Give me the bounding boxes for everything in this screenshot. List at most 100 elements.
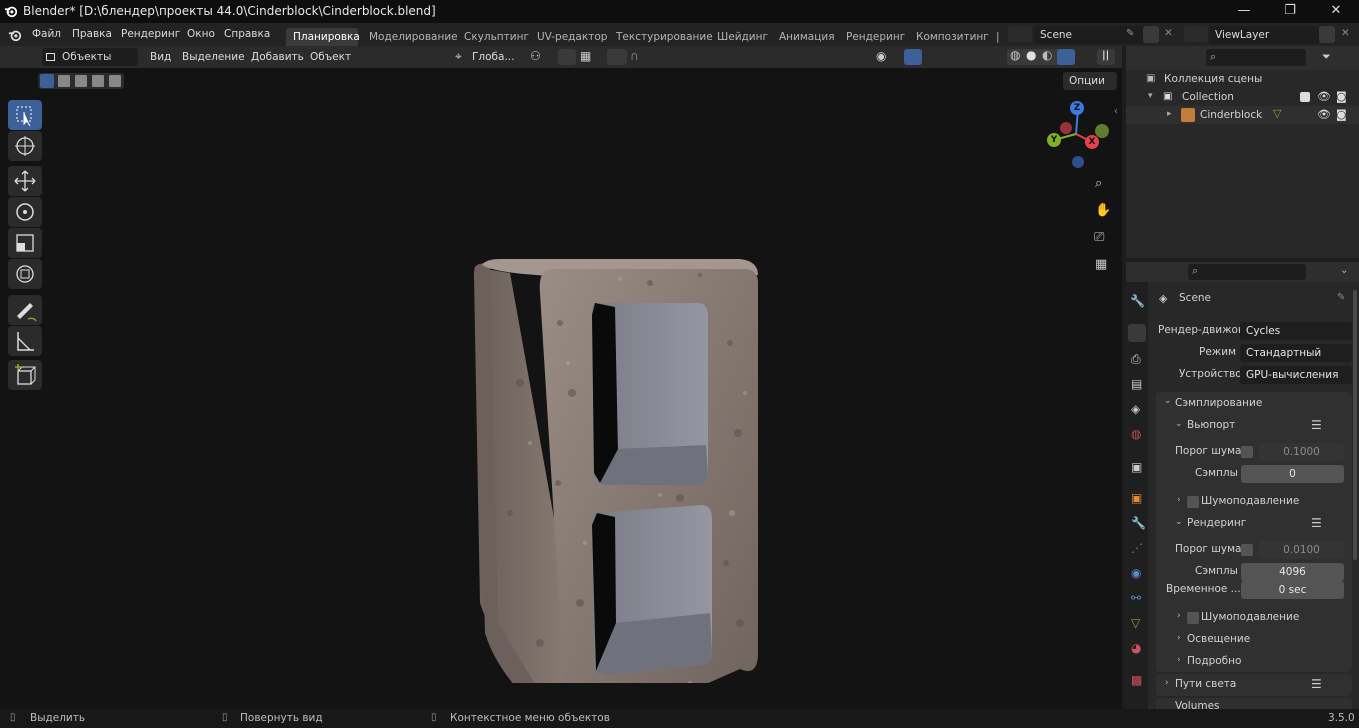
tab-shading[interactable]: Шейдинг [717, 31, 768, 43]
tab-modeling[interactable]: Моделирование [369, 31, 458, 43]
filter-icon[interactable]: ⏷ [1322, 50, 1331, 64]
falloff-icon[interactable]: ∩ [630, 49, 639, 63]
viewlayer-type-icon[interactable] [1184, 26, 1208, 42]
volumes-panel-title[interactable]: Volumes [1175, 700, 1220, 709]
render-denoise-checkbox[interactable] [1187, 612, 1199, 624]
select-new-icon[interactable] [40, 74, 54, 88]
select-intersect-icon[interactable] [109, 75, 121, 87]
render-tab-icon[interactable] [1128, 324, 1146, 342]
outliner-display-mode-icon[interactable] [1170, 50, 1196, 66]
menu-add[interactable]: Добавить [251, 51, 304, 63]
tool-annotate[interactable] [8, 295, 42, 325]
menu-edit[interactable]: Правка [72, 28, 112, 40]
new-scene-icon[interactable] [1143, 26, 1159, 43]
world-tab-icon[interactable]: ◍ [1131, 427, 1141, 441]
select-invert-icon[interactable] [92, 75, 104, 87]
viewport-samples-field[interactable]: 0 [1241, 465, 1344, 483]
menu-help[interactable]: Справка [224, 28, 270, 40]
mode-dropdown[interactable]: Стандартный [1240, 344, 1352, 362]
denoise-expand-icon[interactable]: › [1177, 495, 1181, 505]
select-subtract-icon[interactable] [75, 75, 87, 87]
light-paths-presets-icon[interactable]: ☰ [1311, 677, 1322, 691]
viewport-denoise-checkbox[interactable] [1187, 496, 1199, 508]
tool-add-cube[interactable] [8, 360, 42, 390]
tool-rotate[interactable] [8, 197, 42, 227]
zoom-icon[interactable]: ⌕ [1095, 176, 1102, 191]
viewlayer-name-field[interactable]: ViewLayer [1209, 26, 1319, 44]
viewport-noise-threshold-field[interactable]: 0.1000 [1259, 443, 1344, 461]
menu-view[interactable]: Вид [150, 51, 171, 63]
tool-transform[interactable] [8, 259, 42, 289]
3d-viewport[interactable]: Опции Z X Y ⌕ ✋ ⎚ ▦ ‹ [0, 68, 1122, 709]
camera-view-icon[interactable]: ⎚ [1094, 230, 1104, 245]
outliner-search-input[interactable] [1206, 49, 1306, 66]
lights-expand-icon[interactable]: › [1177, 633, 1181, 643]
viewport-presets-icon[interactable]: ☰ [1311, 418, 1322, 432]
mesh-data-icon[interactable]: ▽ [1273, 107, 1281, 120]
pin-icon[interactable]: ✎ [1126, 28, 1134, 39]
menu-object[interactable]: Объект [310, 51, 351, 63]
properties-scrollbar[interactable] [1353, 290, 1357, 560]
menu-file[interactable]: Файл [32, 28, 61, 40]
modifier-tab-icon[interactable]: 🔧 [1131, 516, 1146, 530]
pan-hand-icon[interactable]: ✋ [1095, 203, 1111, 218]
delete-scene-icon[interactable]: ✕ [1164, 27, 1173, 39]
pivot-icon[interactable]: ⚇ [530, 49, 541, 63]
render-presets-icon[interactable]: ☰ [1311, 516, 1322, 530]
solid-shading-icon[interactable]: ● [1026, 48, 1036, 62]
constraints-tab-icon[interactable]: ⚯ [1131, 591, 1141, 605]
tab-uv-editing[interactable]: UV-редактор [537, 31, 607, 43]
editor-type-icon[interactable] [8, 49, 36, 65]
visibility-icon[interactable]: ◉ [876, 49, 886, 63]
properties-pin-icon[interactable]: ✎ [1337, 292, 1345, 303]
light-paths-panel-title[interactable]: Пути света [1175, 678, 1236, 690]
xray-icon[interactable] [985, 49, 1001, 65]
tab-layout[interactable]: Планировка [293, 31, 360, 43]
tab-overflow[interactable]: | [996, 31, 1000, 43]
render-noise-threshold-checkbox[interactable] [1241, 544, 1253, 556]
menu-select[interactable]: Выделение [182, 51, 245, 63]
tab-rendering[interactable]: Рендеринг [846, 31, 905, 43]
new-viewlayer-icon[interactable] [1319, 26, 1335, 43]
texture-tab-icon[interactable]: ▩ [1131, 673, 1142, 687]
proportional-edit-icon[interactable] [607, 49, 627, 65]
lights-subpanel-title[interactable]: Освещение [1187, 633, 1250, 645]
gizmo-y-axis[interactable]: Y [1047, 133, 1061, 147]
render-denoise-label[interactable]: Шумоподавление [1201, 611, 1299, 623]
viewport-noise-threshold-checkbox[interactable] [1241, 446, 1253, 458]
collection-checkbox[interactable] [1300, 92, 1310, 102]
particles-tab-icon[interactable]: ⋰ [1131, 541, 1143, 555]
sampling-panel-title[interactable]: Сэмплирование [1175, 397, 1262, 409]
viewport-subpanel-title[interactable]: Вьюпорт [1187, 419, 1235, 431]
properties-editor-type-icon[interactable] [1134, 264, 1160, 280]
tool-measure[interactable] [8, 326, 42, 356]
tab-sculpting[interactable]: Скульптинг [464, 31, 529, 43]
collection-expand-icon[interactable]: ▾ [1148, 91, 1153, 101]
mode-selector[interactable]: Объекты [42, 48, 138, 66]
material-shading-icon[interactable]: ◐ [1042, 48, 1052, 62]
object-visibility-icon[interactable]: 👁 [1317, 108, 1331, 121]
advanced-subpanel-title[interactable]: Подробно [1187, 655, 1241, 667]
advanced-expand-icon[interactable]: › [1177, 655, 1181, 665]
physics-tab-icon[interactable]: ◉ [1131, 566, 1141, 580]
delete-viewlayer-icon[interactable]: ✕ [1341, 27, 1350, 39]
close-button[interactable]: ✕ [1313, 0, 1359, 23]
render-subpanel-title[interactable]: Рендеринг [1187, 517, 1246, 529]
snap-icon[interactable] [558, 49, 576, 65]
object-tab-icon[interactable]: ▣ [1131, 491, 1142, 505]
outliner-object-cinderblock[interactable]: Cinderblock [1200, 109, 1262, 121]
render-noise-threshold-field[interactable]: 0.0100 [1259, 541, 1344, 559]
sampling-collapse-icon[interactable]: ⌄ [1164, 396, 1172, 406]
snap-target-icon[interactable]: ▦ [580, 49, 591, 63]
render-samples-field[interactable]: 4096 [1241, 563, 1344, 581]
tool-scale[interactable] [8, 228, 42, 258]
minimize-button[interactable]: — [1221, 0, 1267, 23]
time-limit-field[interactable]: 0 sec [1241, 581, 1344, 599]
orientation-dropdown[interactable]: Глоба... [472, 51, 514, 63]
overlay-toggle-icon[interactable] [944, 49, 962, 65]
object-render-icon[interactable]: ◙ [1336, 108, 1347, 121]
render-denoise-expand-icon[interactable]: › [1177, 611, 1181, 621]
view-layer-tab-icon[interactable]: ▤ [1131, 377, 1142, 391]
options-dropdown[interactable]: Опции [1063, 72, 1117, 90]
outliner-collection[interactable]: Collection [1182, 91, 1234, 103]
